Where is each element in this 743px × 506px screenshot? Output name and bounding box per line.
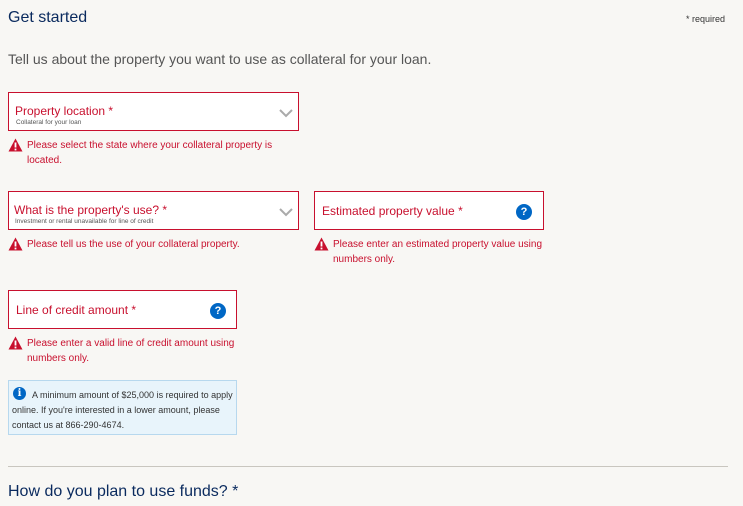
- info-box: i A minimum amount of $25,000 is require…: [8, 380, 237, 435]
- property-location-error: Please select the state where your colla…: [27, 140, 273, 166]
- property-location-select[interactable]: Property location * Collateral for your …: [8, 92, 299, 131]
- property-value-error: Please enter an estimated property value…: [333, 239, 543, 265]
- intro-text: Tell us about the property you want to u…: [8, 51, 432, 67]
- credit-amount-label: Line of credit amount *: [16, 303, 137, 317]
- property-use-sublabel: Investment or rental unavailable for lin…: [15, 218, 154, 225]
- error-icon: [8, 237, 23, 251]
- required-note: * required: [686, 14, 726, 24]
- section-title-funds: How do you plan to use funds? *: [8, 483, 239, 500]
- page-title: Get started: [8, 9, 88, 26]
- credit-amount-input[interactable]: Line of credit amount * ?: [8, 290, 237, 329]
- property-use-error: Please tell us the use of your collatera…: [27, 239, 240, 250]
- property-use-label: What is the property's use? *: [14, 203, 168, 217]
- error-icon: [8, 336, 23, 350]
- info-text: A minimum amount of $25,000 is required …: [12, 390, 233, 430]
- property-use-select[interactable]: What is the property's use? * Investment…: [8, 191, 299, 230]
- chevron-down-icon: [279, 109, 293, 118]
- error-icon: [314, 237, 329, 251]
- error-icon: [8, 138, 23, 152]
- help-icon[interactable]: ?: [516, 204, 532, 220]
- credit-amount-error: Please enter a valid line of credit amou…: [27, 338, 235, 364]
- property-location-sublabel: Collateral for your loan: [16, 119, 82, 126]
- help-icon[interactable]: ?: [210, 303, 226, 319]
- section-divider: [8, 466, 728, 467]
- property-value-input[interactable]: Estimated property value * ?: [314, 191, 544, 230]
- chevron-down-icon: [279, 208, 293, 217]
- property-value-label: Estimated property value *: [322, 204, 463, 218]
- property-location-label: Property location *: [15, 104, 114, 118]
